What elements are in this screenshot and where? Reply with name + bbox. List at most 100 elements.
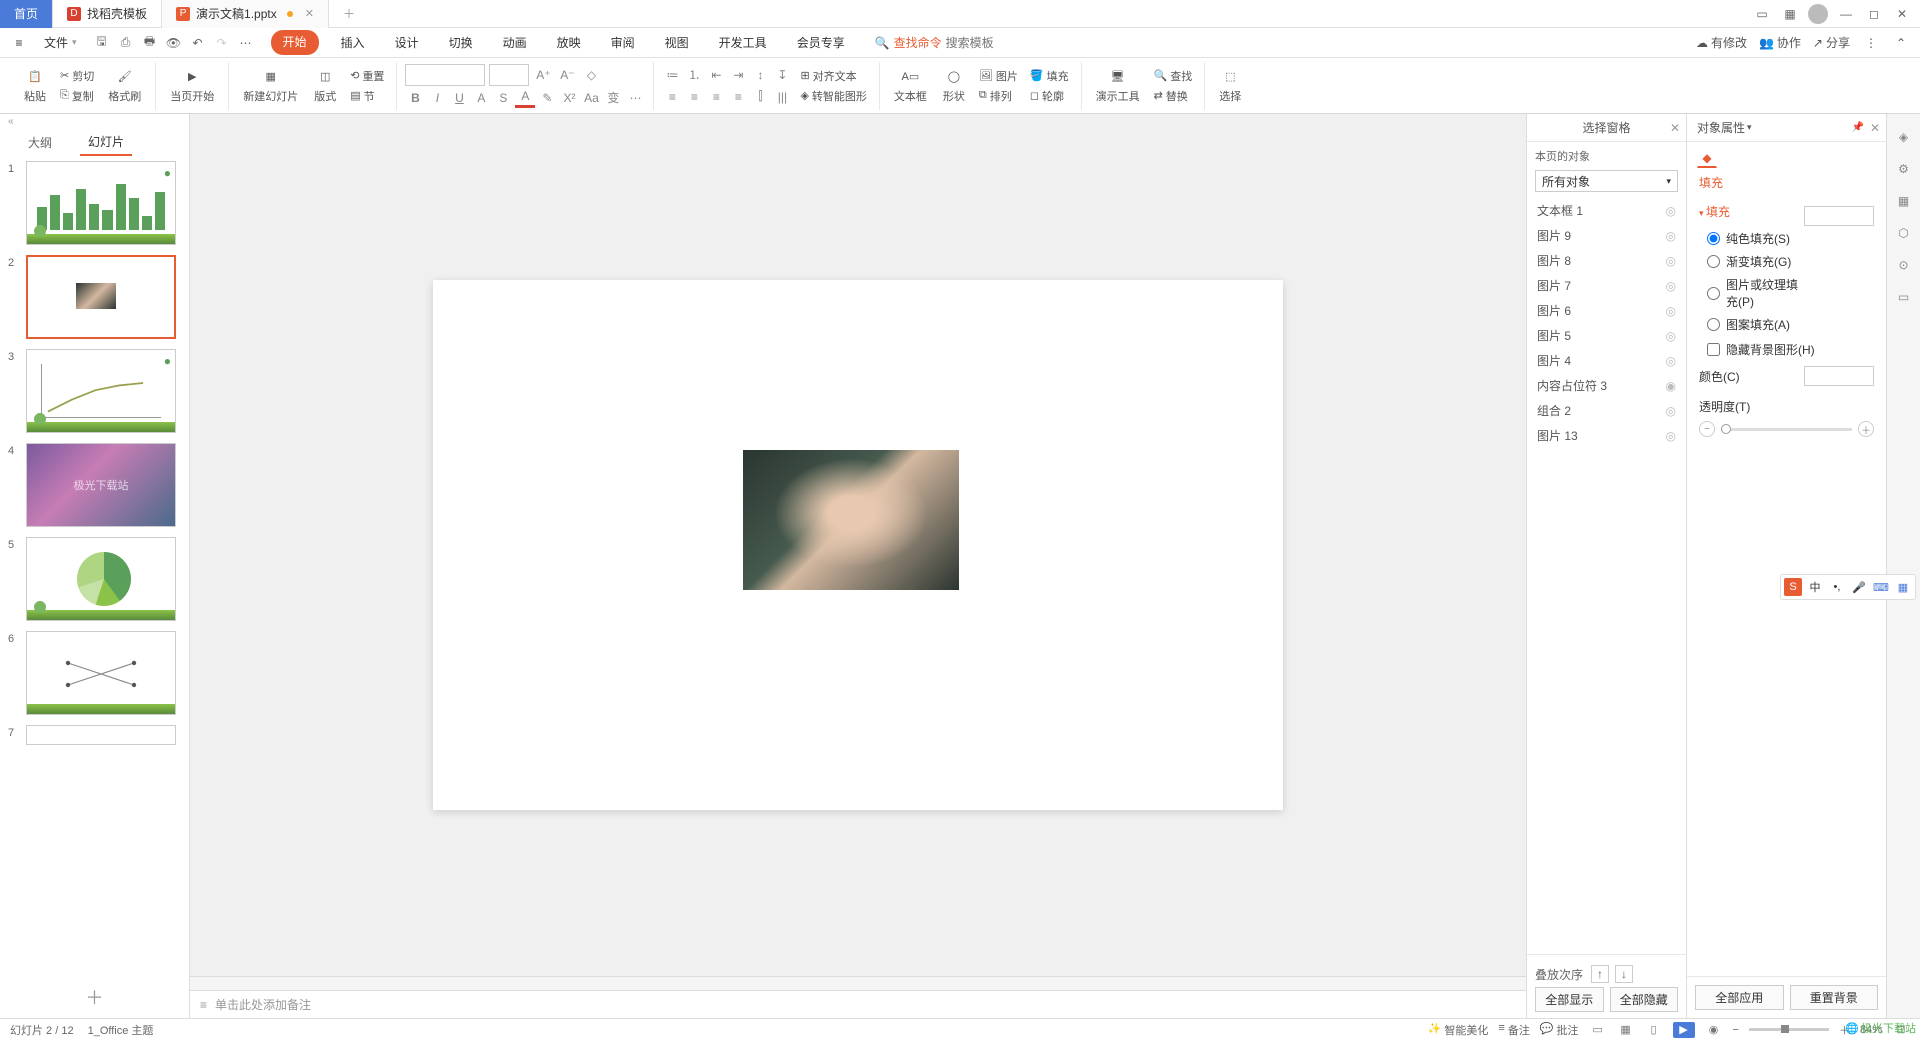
tab-start[interactable]: 开始 bbox=[271, 30, 319, 55]
align-center-icon[interactable]: ≡ bbox=[684, 87, 704, 107]
select-button[interactable]: ⬚选择 bbox=[1213, 66, 1247, 106]
slide-thumb-2[interactable]: 2 bbox=[8, 255, 181, 339]
slide-thumb-5[interactable]: 5 bbox=[8, 537, 181, 621]
collab-button[interactable]: 👥协作 bbox=[1759, 34, 1801, 51]
outline-tab[interactable]: 大纲 bbox=[20, 130, 60, 155]
send-backward-button[interactable]: ↓ bbox=[1615, 965, 1633, 983]
visibility-icon[interactable]: ◎ bbox=[1666, 229, 1676, 243]
sorter-view-icon[interactable]: ▦ bbox=[1617, 1023, 1635, 1037]
pending-changes[interactable]: ☁有修改 bbox=[1696, 34, 1747, 51]
close-window-button[interactable]: ✕ bbox=[1892, 4, 1912, 24]
opacity-knob[interactable] bbox=[1721, 424, 1731, 434]
tab-design[interactable]: 设计 bbox=[387, 30, 427, 55]
user-avatar-icon[interactable] bbox=[1808, 4, 1828, 24]
fill-pattern-radio[interactable]: 图案填充(A) bbox=[1707, 316, 1804, 333]
opacity-increase-button[interactable]: ＋ bbox=[1858, 421, 1874, 437]
distribute-icon[interactable]: ⫿ bbox=[750, 87, 770, 107]
fill-solid-radio[interactable]: 纯色填充(S) bbox=[1707, 230, 1804, 247]
tab-document[interactable]: P 演示文稿1.pptx ✕ bbox=[162, 0, 329, 28]
font-color-icon[interactable]: A bbox=[515, 88, 535, 108]
save-icon[interactable]: 🖫 bbox=[93, 34, 111, 52]
hide-all-button[interactable]: 全部隐藏 bbox=[1610, 987, 1679, 1012]
reset-button[interactable]: ⟲重置 bbox=[346, 67, 388, 85]
tab-home[interactable]: 首页 bbox=[0, 0, 53, 28]
more-font-icon[interactable]: ⋯ bbox=[625, 88, 645, 108]
align-justify-icon[interactable]: ≡ bbox=[728, 87, 748, 107]
layout-button[interactable]: ◫版式 bbox=[308, 66, 342, 106]
object-item[interactable]: 文本框 1◎ bbox=[1527, 198, 1686, 223]
close-props-icon[interactable]: ✕ bbox=[1870, 121, 1880, 135]
slide-thumb-7[interactable]: 7 bbox=[8, 725, 181, 745]
side-location-icon[interactable]: ⊙ bbox=[1893, 254, 1915, 276]
undo-icon[interactable]: ↶ bbox=[189, 34, 207, 52]
object-item[interactable]: 图片 13◎ bbox=[1527, 423, 1686, 448]
apply-all-button[interactable]: 全部应用 bbox=[1695, 985, 1784, 1010]
cut-button[interactable]: ✂剪切 bbox=[56, 67, 98, 85]
bullets-icon[interactable]: ≔ bbox=[662, 65, 682, 85]
visibility-icon[interactable]: ◎ bbox=[1666, 254, 1676, 268]
ime-grid-icon[interactable]: ▦ bbox=[1894, 578, 1912, 596]
from-begin-button[interactable]: ▶当页开始 bbox=[164, 66, 220, 106]
fill-picture-radio[interactable]: 图片或纹理填充(P) bbox=[1707, 276, 1804, 310]
side-book-icon[interactable]: ▭ bbox=[1893, 286, 1915, 308]
search-input[interactable] bbox=[946, 36, 1066, 50]
add-slide-button[interactable]: ＋ bbox=[0, 976, 189, 1018]
bring-forward-button[interactable]: ↑ bbox=[1591, 965, 1609, 983]
record-icon[interactable]: ◉ bbox=[1705, 1023, 1723, 1037]
pin-icon[interactable]: 📌 bbox=[1852, 122, 1864, 133]
object-item[interactable]: 组合 2◎ bbox=[1527, 398, 1686, 423]
visibility-icon[interactable]: ◎ bbox=[1666, 329, 1676, 343]
layout-icon[interactable]: ▭ bbox=[1752, 4, 1772, 24]
numbering-icon[interactable]: ⒈ bbox=[684, 65, 704, 85]
close-tab-icon[interactable]: ✕ bbox=[305, 7, 314, 20]
align-right-icon[interactable]: ≡ bbox=[706, 87, 726, 107]
tab-transition[interactable]: 切换 bbox=[441, 30, 481, 55]
text-direction-icon[interactable]: ↧ bbox=[772, 65, 792, 85]
object-item[interactable]: 图片 4◎ bbox=[1527, 348, 1686, 373]
export-icon[interactable]: ⎙ bbox=[117, 34, 135, 52]
tab-member[interactable]: 会员专享 bbox=[789, 30, 853, 55]
ime-toolbar[interactable]: S 中 •, 🎤 ⌨ ▦ bbox=[1780, 574, 1916, 600]
textbox-button[interactable]: A▭文本框 bbox=[888, 66, 933, 106]
slide-thumb-4[interactable]: 4 极光下载站 bbox=[8, 443, 181, 527]
notes-toggle[interactable]: ≡备注 bbox=[1498, 1022, 1529, 1038]
slide-thumb-1[interactable]: 1 ● bbox=[8, 161, 181, 245]
more-menu-icon[interactable]: ⋮ bbox=[1862, 34, 1880, 52]
object-item[interactable]: 内容占位符 3◉ bbox=[1527, 373, 1686, 398]
decrease-font-icon[interactable]: A⁻ bbox=[557, 65, 577, 85]
object-item[interactable]: 图片 9◎ bbox=[1527, 223, 1686, 248]
panel-collapse-icon[interactable]: « bbox=[0, 114, 189, 129]
align-left-icon[interactable]: ≡ bbox=[662, 87, 682, 107]
preview-icon[interactable]: 👁 bbox=[165, 34, 183, 52]
font-name-input[interactable] bbox=[405, 64, 485, 86]
slide-canvas[interactable] bbox=[433, 280, 1283, 810]
tab-animation[interactable]: 动画 bbox=[495, 30, 535, 55]
share-button[interactable]: ↗分享 bbox=[1813, 34, 1850, 51]
arrange-button[interactable]: ⧉排列 bbox=[975, 87, 1022, 105]
superscript-icon[interactable]: X² bbox=[559, 88, 579, 108]
slide-list[interactable]: 1 ● 2 3 ● 4 极光下载站 5 6 7 bbox=[0, 155, 189, 976]
collapse-ribbon-icon[interactable]: ⌃ bbox=[1892, 34, 1910, 52]
opacity-slider[interactable]: 0% bbox=[1721, 428, 1852, 431]
maximize-button[interactable]: ◻ bbox=[1864, 4, 1884, 24]
underline-icon[interactable]: U bbox=[449, 88, 469, 108]
slide-thumb-3[interactable]: 3 ● bbox=[8, 349, 181, 433]
hide-bg-checkbox[interactable]: 隐藏背景图形(H) bbox=[1699, 339, 1874, 360]
slideshow-button[interactable]: ▶ bbox=[1673, 1022, 1695, 1038]
tab-templates[interactable]: D 找稻壳模板 bbox=[53, 0, 162, 28]
normal-view-icon[interactable]: ▭ bbox=[1589, 1023, 1607, 1037]
find-button[interactable]: 🔍查找 bbox=[1150, 67, 1197, 85]
align-text-button[interactable]: ⊞对齐文本 bbox=[796, 67, 870, 85]
font-size-input[interactable] bbox=[489, 64, 529, 86]
tab-devtools[interactable]: 开发工具 bbox=[711, 30, 775, 55]
visibility-icon[interactable]: ◎ bbox=[1666, 279, 1676, 293]
opacity-decrease-button[interactable]: − bbox=[1699, 421, 1715, 437]
fill-tab-icon[interactable]: ◆ bbox=[1697, 148, 1717, 168]
new-slide-button[interactable]: ▦新建幻灯片 bbox=[237, 66, 304, 106]
tab-insert[interactable]: 插入 bbox=[333, 30, 373, 55]
zoom-slider[interactable] bbox=[1749, 1028, 1829, 1031]
h-scrollbar[interactable] bbox=[190, 976, 1526, 990]
tab-slideshow[interactable]: 放映 bbox=[549, 30, 589, 55]
side-template-icon[interactable]: ▦ bbox=[1893, 190, 1915, 212]
notes-bar[interactable]: ≡ 单击此处添加备注 bbox=[190, 990, 1526, 1018]
